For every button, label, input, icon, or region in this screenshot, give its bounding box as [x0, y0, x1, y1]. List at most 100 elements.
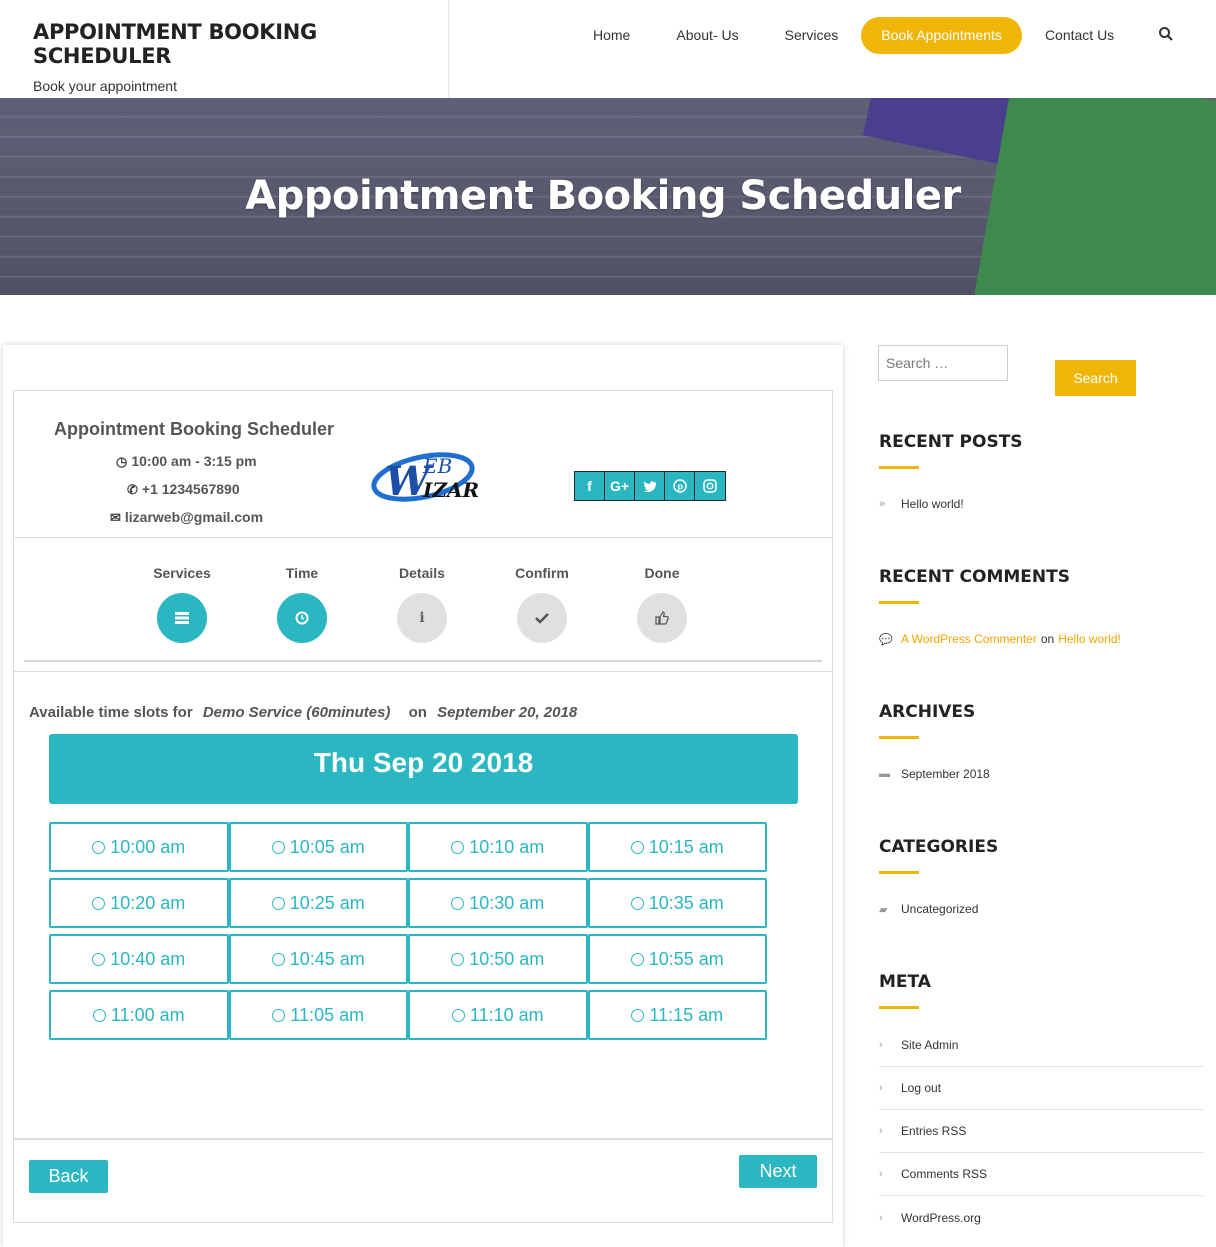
meta-link[interactable]: Comments RSS	[901, 1167, 987, 1181]
category-link[interactable]: Uncategorized	[901, 902, 978, 916]
sidebar-search-input[interactable]: Search …	[878, 345, 1008, 381]
info-icon: i	[397, 593, 447, 643]
archives-title: ARCHIVES	[879, 702, 976, 722]
clock-icon	[92, 952, 106, 966]
time-slot-button[interactable]: 10:15 am	[587, 822, 767, 872]
hero-banner: Appointment Booking Scheduler	[0, 98, 1216, 295]
clock-icon	[272, 1008, 286, 1022]
time-slot-button[interactable]: 11:10 am	[408, 990, 588, 1040]
business-name: Appointment Booking Scheduler	[54, 419, 335, 439]
category-item[interactable]: ▰ Uncategorized	[879, 902, 978, 916]
meta-link[interactable]: Site Admin	[901, 1038, 958, 1052]
chevron-right-icon: »	[879, 498, 886, 510]
main-nav: Home About- Us Services Book Appointment…	[570, 17, 1137, 54]
clock-icon	[630, 952, 644, 966]
search-icon[interactable]	[1158, 26, 1174, 44]
time-slot-button[interactable]: 10:20 am	[49, 878, 229, 928]
comment-author-link[interactable]: A WordPress Commenter	[901, 632, 1037, 646]
time-slot-button[interactable]: 11:05 am	[228, 990, 408, 1040]
widget-underline	[879, 1006, 919, 1009]
time-slot-label: 10:40 am	[110, 948, 186, 969]
meta-link[interactable]: WordPress.org	[901, 1211, 981, 1225]
time-slot-button[interactable]: 10:40 am	[49, 934, 229, 984]
nav-about-us[interactable]: About- Us	[653, 17, 761, 54]
step-label: Services	[153, 565, 211, 581]
time-slot-label: 11:05 am	[290, 1004, 365, 1025]
clock-icon	[631, 1008, 645, 1022]
business-logo: W EB IZAR	[371, 443, 481, 505]
pinterest-icon[interactable]: p	[665, 472, 695, 500]
archive-link[interactable]: September 2018	[901, 767, 990, 781]
widget-underline	[879, 736, 919, 739]
time-slot-label: 10:30 am	[469, 892, 545, 913]
time-slot-button[interactable]: 11:15 am	[587, 990, 767, 1040]
meta-item-log-out[interactable]: › Log out	[879, 1067, 1203, 1110]
time-slot-grid: 10:00 am 10:05 am 10:10 am 10:15 am 10:20 am…	[49, 822, 769, 1040]
sidebar-search-button[interactable]: Search	[1055, 360, 1136, 396]
booking-card: Appointment Booking Scheduler ◷ 10:00 am …	[3, 345, 843, 1247]
step-label: Time	[285, 565, 319, 581]
facebook-icon[interactable]: f	[575, 472, 605, 500]
time-slot-label: 10:20 am	[110, 892, 186, 913]
back-button[interactable]: Back	[29, 1160, 108, 1193]
meta-link[interactable]: Entries RSS	[901, 1124, 966, 1138]
business-email: ✉ lizarweb@gmail.com	[110, 509, 263, 526]
time-slot-button[interactable]: 11:00 am	[49, 990, 229, 1040]
site-tagline: Book your appointment	[33, 78, 177, 94]
site-title[interactable]: APPOINTMENT BOOKING SCHEDULER	[33, 20, 448, 68]
meta-item-wordpress-org[interactable]: › WordPress.org	[879, 1196, 1203, 1239]
time-slot-button[interactable]: 10:50 am	[408, 934, 588, 984]
chevron-right-icon: ›	[879, 1039, 883, 1051]
google-plus-icon[interactable]: G+	[605, 472, 635, 500]
slots-heading: Available time slots for Demo Service (6…	[29, 704, 577, 721]
branding: APPOINTMENT BOOKING SCHEDULER Book your …	[0, 0, 449, 98]
time-slot-button[interactable]: 10:35 am	[587, 878, 767, 928]
clock-icon: ◷	[116, 454, 128, 469]
time-slot-label: 11:00 am	[110, 1004, 185, 1025]
time-slot-button[interactable]: 10:55 am	[587, 934, 767, 984]
recent-comments-title: RECENT COMMENTS	[879, 567, 1070, 587]
booking-panel: Appointment Booking Scheduler ◷ 10:00 am …	[13, 390, 833, 1223]
page-title: Appointment Booking Scheduler	[245, 173, 961, 219]
chevron-right-icon: ›	[879, 1125, 883, 1137]
step-time: Time	[262, 565, 342, 643]
time-slot-label: 11:15 am	[649, 1004, 724, 1025]
meta-item-site-admin[interactable]: › Site Admin	[879, 1024, 1203, 1067]
footer-divider	[14, 1138, 832, 1140]
clock-icon	[277, 593, 327, 643]
business-info: Appointment Booking Scheduler ◷ 10:00 am …	[14, 391, 832, 538]
recent-post-item[interactable]: » Hello world!	[879, 497, 964, 511]
clock-icon	[92, 1008, 106, 1022]
time-slot-button[interactable]: 10:30 am	[408, 878, 588, 928]
time-slot-button[interactable]: 10:10 am	[408, 822, 588, 872]
time-slot-button[interactable]: 10:00 am	[49, 822, 229, 872]
step-done: Done	[622, 565, 702, 643]
check-icon	[517, 593, 567, 643]
site-header: APPOINTMENT BOOKING SCHEDULER Book your …	[0, 0, 1216, 98]
time-slot-label: 10:00 am	[110, 836, 186, 857]
step-label: Details	[399, 565, 445, 581]
instagram-icon[interactable]	[695, 472, 725, 500]
slots-on: on	[408, 704, 427, 721]
meta-item-entries-rss[interactable]: › Entries RSS	[879, 1110, 1203, 1153]
meta-item-comments-rss[interactable]: › Comments RSS	[879, 1153, 1203, 1196]
nav-contact-us[interactable]: Contact Us	[1022, 17, 1137, 54]
date-heading: Thu Sep 20 2018	[49, 734, 798, 804]
next-button[interactable]: Next	[739, 1155, 817, 1188]
time-slot-label: 10:35 am	[648, 892, 724, 913]
slots-prefix: Available time slots for	[29, 704, 193, 721]
meta-link[interactable]: Log out	[901, 1081, 941, 1095]
time-slot-button[interactable]: 10:25 am	[228, 878, 408, 928]
archive-item[interactable]: ▬ September 2018	[879, 767, 990, 781]
clock-icon	[630, 896, 644, 910]
nav-services[interactable]: Services	[762, 17, 862, 54]
recent-post-link[interactable]: Hello world!	[901, 497, 964, 511]
nav-book-appointments[interactable]: Book Appointments	[861, 17, 1022, 54]
time-slot-button[interactable]: 10:05 am	[228, 822, 408, 872]
clock-icon	[451, 1008, 465, 1022]
twitter-icon[interactable]	[635, 472, 665, 500]
comment-post-link[interactable]: Hello world!	[1058, 632, 1121, 646]
nav-home[interactable]: Home	[570, 17, 653, 54]
clock-icon	[92, 896, 106, 910]
time-slot-button[interactable]: 10:45 am	[228, 934, 408, 984]
